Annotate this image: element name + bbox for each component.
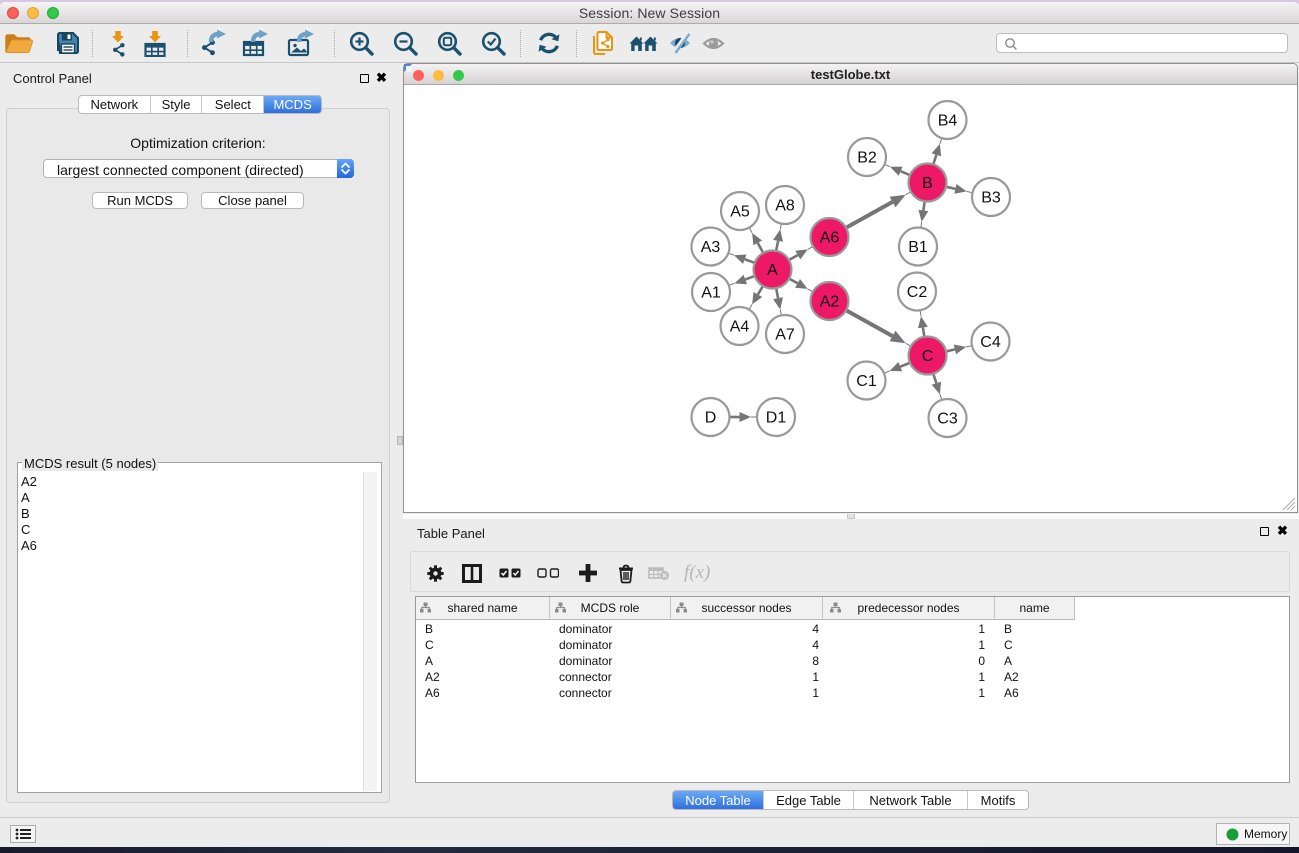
svg-text:B1: B1 <box>908 239 928 256</box>
svg-text:A: A <box>767 262 778 279</box>
svg-text:A4: A4 <box>730 319 750 336</box>
svg-text:B4: B4 <box>938 113 958 130</box>
svg-text:B: B <box>922 175 933 192</box>
svg-text:C: C <box>922 348 934 365</box>
svg-text:C3: C3 <box>937 411 958 428</box>
svg-text:A2: A2 <box>820 294 840 311</box>
svg-text:B3: B3 <box>981 190 1001 207</box>
svg-text:C4: C4 <box>980 334 1001 351</box>
svg-text:A3: A3 <box>701 239 721 256</box>
svg-text:C2: C2 <box>907 284 928 301</box>
svg-text:A6: A6 <box>820 230 840 247</box>
svg-text:C1: C1 <box>856 373 877 390</box>
svg-text:D1: D1 <box>766 410 787 427</box>
svg-text:B2: B2 <box>857 150 877 167</box>
svg-text:A7: A7 <box>775 327 795 344</box>
svg-text:D: D <box>705 410 717 427</box>
svg-text:A1: A1 <box>701 285 721 302</box>
svg-text:A5: A5 <box>730 204 750 221</box>
svg-text:A8: A8 <box>775 198 795 215</box>
